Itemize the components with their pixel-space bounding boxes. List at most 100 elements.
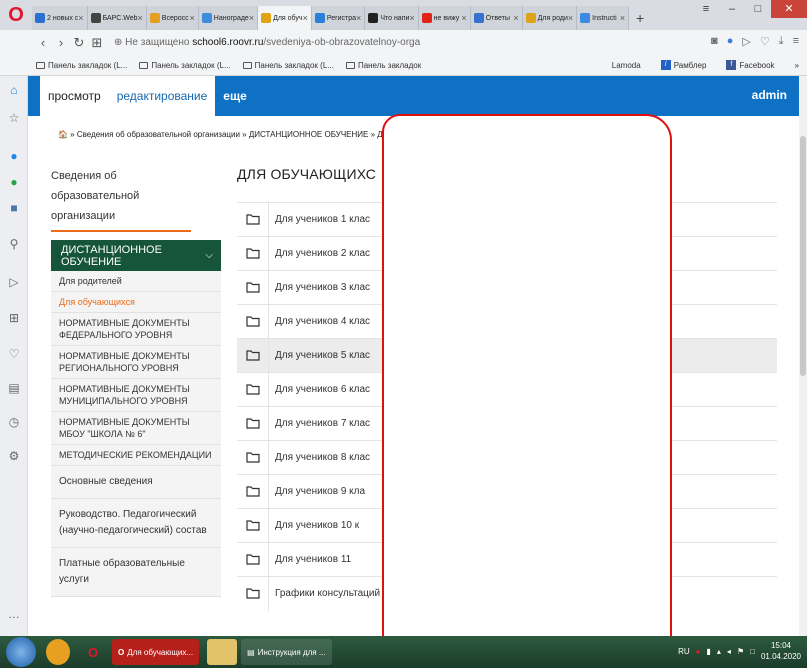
close-tab-icon[interactable]: × (409, 13, 414, 23)
tab-favicon-icon (35, 13, 45, 23)
sidebar-menu-item[interactable]: НОРМАТИВНЫЕ ДОКУМЕНТЫ РЕГИОНАЛЬНОГО УРОВ… (51, 346, 221, 379)
menu-head-distance-learning[interactable]: ДИСТАНЦИОННОЕ ОБУЧЕНИЕ ⌵ (51, 240, 221, 271)
close-tab-icon[interactable]: × (249, 13, 254, 23)
opera-menu-icon[interactable]: O (0, 0, 32, 30)
url-field[interactable]: ⊕ Не защищено school6.roovr.ru/svedeniya… (114, 37, 420, 48)
close-tab-icon[interactable]: × (190, 13, 195, 23)
menu-icon[interactable]: ≡ (793, 35, 799, 48)
taskbar-task-word[interactable]: ▤ Инструкция для ... (241, 639, 332, 665)
new-tab-button[interactable]: + (629, 6, 651, 30)
close-tab-icon[interactable]: × (138, 13, 143, 23)
breadcrumb[interactable]: 🏠 » Сведения об образовательной организа… (58, 130, 387, 139)
sidebar-menu-item[interactable]: НОРМАТИВНЫЕ ДОКУМЕНТЫ ФЕДЕРАЛЬНОГО УРОВН… (51, 313, 221, 346)
language-indicator[interactable]: RU (678, 647, 690, 656)
heart-icon[interactable]: ♡ (760, 35, 770, 48)
browser-tab[interactable]: Ответы × (470, 6, 523, 30)
clock[interactable]: 15:04 01.04.2020 (761, 640, 801, 662)
forward-icon[interactable]: › (52, 35, 70, 50)
play-icon[interactable]: ▷ (742, 35, 750, 48)
sidebar-menu-item[interactable]: Для родителей (51, 271, 221, 292)
web-page: просмотр редактирование еще admin 🏠 » Св… (28, 76, 799, 636)
news-icon[interactable]: ▤ (6, 380, 22, 396)
close-tab-icon[interactable]: × (461, 13, 466, 23)
more-icon[interactable]: … (6, 606, 22, 622)
sidebar-menu-item[interactable]: Для обучающихся (51, 292, 221, 313)
close-window-button[interactable]: ✕ (771, 0, 807, 18)
bookmark-facebook[interactable]: f Facebook (726, 60, 775, 70)
sidebar-title[interactable]: Сведения об образовательной организации (51, 166, 191, 232)
flag-icon[interactable]: ⚑ (737, 647, 744, 656)
folder-label: Для учеников 5 клас (275, 350, 371, 361)
sidebar-menu-item[interactable]: Основные сведения (51, 466, 221, 499)
camera-icon[interactable]: ◙ (711, 35, 718, 48)
sidebar-menu-item[interactable]: Руководство. Педагогический (научно-педа… (51, 499, 221, 548)
shield-icon[interactable]: ● (727, 35, 734, 48)
tab-view[interactable]: просмотр (40, 76, 109, 116)
search-icon[interactable]: ⚲ (6, 236, 22, 252)
close-tab-icon[interactable]: × (356, 13, 361, 23)
browser-tab[interactable]: Нанограде × (198, 6, 259, 30)
start-button[interactable] (6, 637, 36, 667)
browser-tab[interactable]: Что напи × (365, 6, 419, 30)
close-tab-icon[interactable]: × (620, 13, 625, 23)
home-icon[interactable]: ⌂ (6, 82, 22, 98)
taskbar-task-opera[interactable]: O Для обучающих... (112, 639, 200, 665)
speed-dial-icon[interactable]: ⊞ (88, 35, 106, 51)
browser-tab[interactable]: Всеросс × (146, 6, 199, 30)
bookmark-rambler[interactable]: / Рамблер (660, 60, 706, 70)
page-scrollbar[interactable] (799, 76, 807, 636)
browser-tab[interactable]: Для обуч × (258, 6, 312, 30)
browser-tab[interactable]: не вижу × (418, 6, 471, 30)
close-tab-icon[interactable]: × (303, 13, 308, 23)
close-tab-icon[interactable]: × (513, 13, 518, 23)
globe-icon: ⊕ (114, 37, 123, 48)
tab-more[interactable]: еще (215, 76, 254, 116)
minimize-button[interactable]: – (719, 0, 745, 18)
sidebar-menu-item[interactable]: Платные образовательные услуги (51, 548, 221, 597)
scrollbar-thumb[interactable] (800, 136, 806, 376)
bookmark-lamoda[interactable]: Lamoda (612, 61, 641, 70)
download-icon[interactable]: ⤓ (779, 35, 784, 48)
browser-tab[interactable]: БАРС.Web × (87, 6, 147, 30)
bookmark-folder[interactable]: Панель закладок (L... (36, 61, 127, 70)
speed-dial-sidebar-icon[interactable]: ⊞ (6, 310, 22, 326)
bookmark-folder[interactable]: Панель закладок (L... (139, 61, 231, 70)
admin-user-link[interactable]: admin (752, 88, 787, 102)
display-icon[interactable]: □ (750, 647, 755, 656)
bookmark-folder[interactable]: Панель закладок (L... (242, 61, 334, 70)
chrome-icon[interactable] (46, 639, 70, 665)
history-icon[interactable]: ◷ (6, 414, 22, 430)
more-bookmarks-icon[interactable]: » (795, 61, 799, 70)
bookmark-folder[interactable]: Панель закладок (345, 61, 421, 70)
battery-icon[interactable]: ▮ (707, 647, 711, 656)
settings-icon[interactable]: ⚙ (6, 448, 22, 464)
bookmark-label: Lamoda (611, 60, 641, 70)
opera-tray-icon[interactable]: ● (696, 647, 701, 656)
browser-tab[interactable]: Для роди × (522, 6, 578, 30)
browser-tab[interactable]: Регистра × (311, 6, 366, 30)
star-icon[interactable]: ☆ (6, 110, 22, 126)
explorer-icon[interactable] (207, 639, 238, 665)
sidebar-menu-item[interactable]: НОРМАТИВНЫЕ ДОКУМЕНТЫ МУНИЦИПАЛЬНОГО УРО… (51, 379, 221, 412)
opera-taskbar-icon[interactable]: O (78, 639, 108, 665)
volume-icon[interactable]: ◂ (727, 647, 731, 656)
tab-favicon-icon (90, 13, 101, 23)
tab-edit[interactable]: редактирование (108, 76, 216, 116)
network-icon[interactable]: ▴ (717, 647, 721, 656)
close-tab-icon[interactable]: × (78, 13, 83, 23)
flow-icon[interactable]: ▷ (6, 274, 22, 290)
heart-sidebar-icon[interactable]: ♡ (6, 346, 22, 362)
maximize-button[interactable]: □ (745, 0, 771, 18)
folder-icon (237, 576, 269, 611)
close-tab-icon[interactable]: × (568, 13, 573, 23)
reload-icon[interactable]: ↻ (70, 35, 88, 51)
browser-tab[interactable]: 2 новых с × (32, 6, 88, 30)
sidebar-menu-item[interactable]: МЕТОДИЧЕСКИЕ РЕКОМЕНДАЦИИ (51, 445, 221, 466)
filter-icon[interactable]: ≡ (693, 0, 719, 18)
back-icon[interactable]: ‹ (34, 35, 52, 50)
sidebar-menu-item[interactable]: НОРМАТИВНЫЕ ДОКУМЕНТЫ МБОУ "ШКОЛА № 6" (51, 412, 221, 445)
browser-tab[interactable]: Instructi × (577, 6, 630, 30)
messenger-icon[interactable]: ● (6, 148, 22, 164)
whatsapp-icon[interactable]: ● (6, 174, 22, 190)
vk-icon[interactable]: ■ (6, 200, 22, 216)
